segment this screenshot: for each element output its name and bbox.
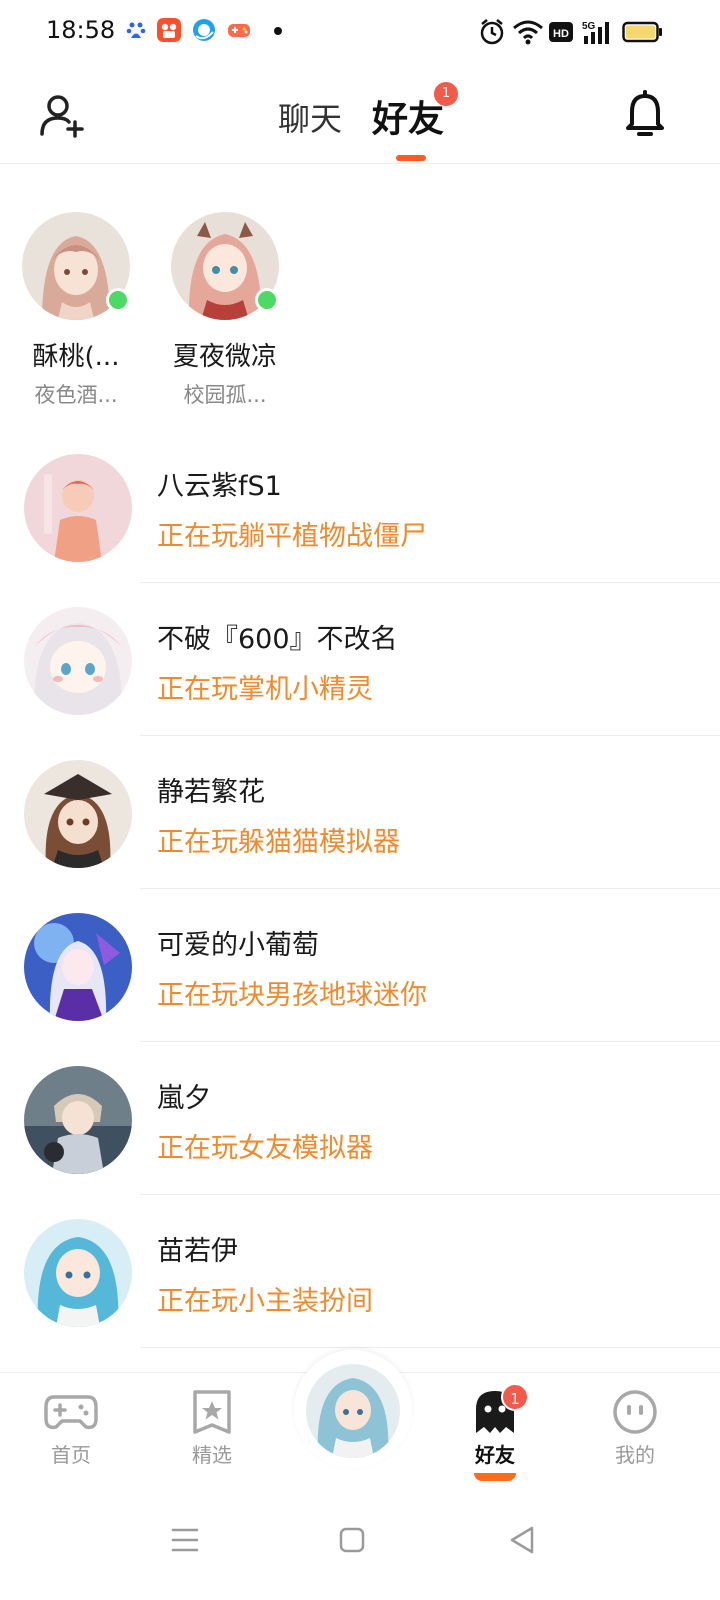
friends-nav-badge: 1 [501, 1383, 529, 1411]
system-navigation-bar [0, 1490, 720, 1600]
friend-name: 可爱的小葡萄 [157, 930, 319, 961]
avatar[interactable] [22, 212, 130, 320]
add-friend-icon[interactable] [38, 92, 86, 140]
online-friend-card[interactable]: 酥桃(... 夜色酒... [20, 212, 132, 409]
back-icon[interactable] [502, 1520, 542, 1560]
friend-list-item[interactable]: 八云紫fS1 正在玩躺平植物战僵尸 [0, 430, 720, 583]
svg-text:HD: HD [553, 28, 569, 40]
5g-signal-icon: 5G [582, 21, 609, 44]
friend-list-item[interactable]: 不破『600』不改名 正在玩掌机小精灵 [0, 583, 720, 736]
home-icon[interactable] [332, 1520, 372, 1560]
top-header: 聊天 好友 1 [0, 64, 720, 164]
status-bar: 18:58 HD 5G [0, 0, 720, 64]
friend-list-item[interactable]: 苗若伊 正在玩小主装扮间 [0, 1195, 720, 1348]
avatar[interactable] [24, 1066, 132, 1174]
nav-item-featured[interactable]: 精选 [172, 1389, 252, 1468]
browser-icon [193, 19, 215, 41]
status-time: 18:58 [46, 16, 116, 44]
friend-name: 八云紫fS1 [157, 471, 282, 502]
friend-game-status: 正在玩躲猫猫模拟器 [157, 827, 400, 858]
online-friend-name: 夏夜微凉 [172, 342, 277, 372]
online-status-dot [106, 288, 130, 312]
nav-label-home: 首页 [51, 1443, 91, 1467]
nav-item-me[interactable]: 我的 [595, 1389, 675, 1468]
friend-name: 嵐夕 [157, 1083, 211, 1114]
friend-game-status: 正在玩女友模拟器 [157, 1133, 373, 1164]
tab-chat[interactable]: 聊天 [278, 94, 342, 140]
tab-friends[interactable]: 好友 [372, 90, 444, 142]
online-friend-card[interactable]: 夏夜微凉 校园孤... [169, 212, 281, 409]
avatar[interactable] [24, 913, 132, 1021]
friends-tab-badge: 1 [434, 82, 458, 106]
friend-name: 苗若伊 [157, 1236, 238, 1267]
gamepad-icon [44, 1395, 98, 1430]
active-tab-indicator [396, 155, 426, 161]
bell-icon[interactable] [622, 90, 668, 140]
friend-game-status: 正在玩躺平植物战僵尸 [157, 521, 427, 552]
star-bookmark-icon [193, 1390, 231, 1434]
nav-item-home[interactable]: 首页 [31, 1389, 111, 1468]
online-status-dot [255, 288, 279, 312]
friend-list-item[interactable]: 可爱的小葡萄 正在玩块男孩地球迷你 [0, 889, 720, 1042]
wifi-icon [513, 20, 543, 45]
friend-list-item[interactable]: 嵐夕 正在玩女友模拟器 [0, 1042, 720, 1195]
menu-icon[interactable] [165, 1520, 205, 1560]
avatar[interactable] [24, 1219, 132, 1327]
nav-item-friends[interactable]: 1 好友 [455, 1383, 535, 1481]
avatar[interactable] [24, 760, 132, 868]
online-friend-subtitle: 校园孤... [183, 383, 267, 407]
nav-label-featured: 精选 [192, 1443, 232, 1467]
game-icon [228, 24, 250, 37]
alarm-icon [480, 19, 504, 45]
kuaishou-icon [157, 18, 181, 42]
battery-icon [622, 21, 662, 43]
avatar[interactable] [306, 1364, 400, 1458]
friend-game-status: 正在玩小主装扮间 [157, 1286, 373, 1317]
friend-game-status: 正在玩掌机小精灵 [157, 674, 373, 705]
avatar[interactable] [171, 212, 279, 320]
nav-label-friends: 好友 [475, 1443, 515, 1467]
divider [140, 1347, 720, 1348]
baidu-icon [126, 22, 146, 38]
nav-label-me: 我的 [615, 1443, 655, 1467]
avatar[interactable] [24, 607, 132, 715]
active-nav-indicator [474, 1473, 516, 1481]
online-friend-subtitle: 夜色酒... [34, 383, 118, 407]
face-icon [613, 1390, 657, 1434]
hd-icon: HD [549, 22, 573, 42]
friend-list-item[interactable]: 静若繁花 正在玩躲猫猫模拟器 [0, 736, 720, 889]
online-friend-name: 酥桃(... [32, 342, 120, 372]
svg-text:5G: 5G [582, 21, 596, 32]
notification-dot [274, 27, 282, 35]
avatar[interactable] [24, 454, 132, 562]
friend-name: 静若繁花 [157, 777, 265, 808]
friend-game-status: 正在玩块男孩地球迷你 [157, 980, 427, 1011]
friend-name: 不破『600』不改名 [157, 624, 398, 655]
